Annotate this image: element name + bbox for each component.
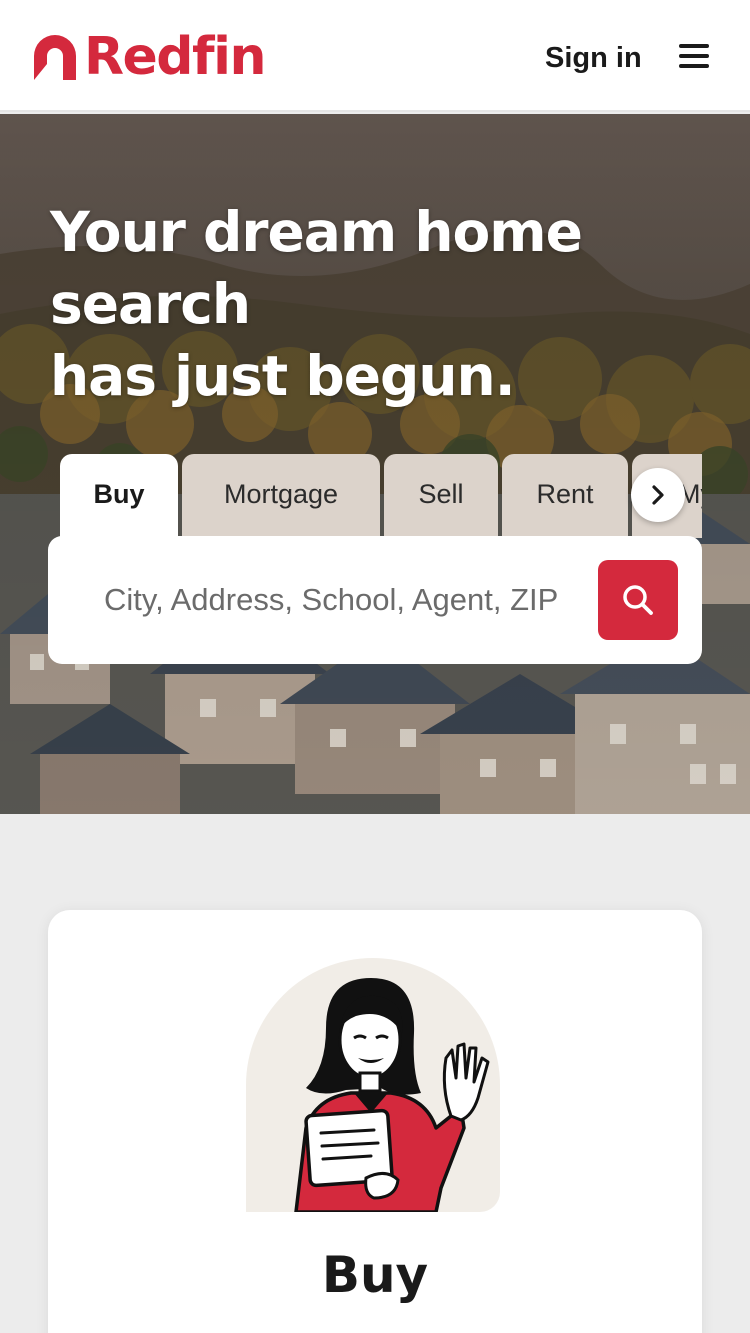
- tab-sell[interactable]: Sell: [384, 454, 498, 538]
- tab-rent[interactable]: Rent: [502, 454, 628, 538]
- buyer-illustration: [246, 958, 500, 1212]
- hamburger-menu-icon[interactable]: [676, 40, 712, 72]
- sign-in-link[interactable]: Sign in: [545, 40, 642, 76]
- search-input[interactable]: [104, 570, 584, 630]
- search-button[interactable]: [598, 560, 678, 640]
- search-icon: [623, 585, 653, 615]
- hero-title-line: search: [50, 272, 251, 336]
- hero-title-line: Your dream home: [50, 200, 583, 264]
- hero-section: Your dream home search has just begun. B…: [0, 114, 750, 814]
- redfin-logo-icon: [34, 35, 76, 80]
- buy-card[interactable]: Buy: [48, 910, 702, 1333]
- card-title: Buy: [321, 1246, 429, 1304]
- site-header: Redfin Sign in: [0, 0, 750, 112]
- search-box: [48, 536, 702, 664]
- hero-title-line: has just begun.: [50, 344, 516, 408]
- redfin-logo[interactable]: Redfin: [30, 27, 267, 87]
- tab-mortgage[interactable]: Mortgage: [182, 454, 380, 538]
- hero-title: Your dream home search has just begun.: [50, 196, 670, 412]
- brand-name: Redfin: [84, 27, 267, 87]
- tab-buy[interactable]: Buy: [60, 454, 178, 538]
- search-tabs: Buy Mortgage Sell Rent My: [60, 454, 702, 538]
- chevron-right-icon[interactable]: [631, 468, 685, 522]
